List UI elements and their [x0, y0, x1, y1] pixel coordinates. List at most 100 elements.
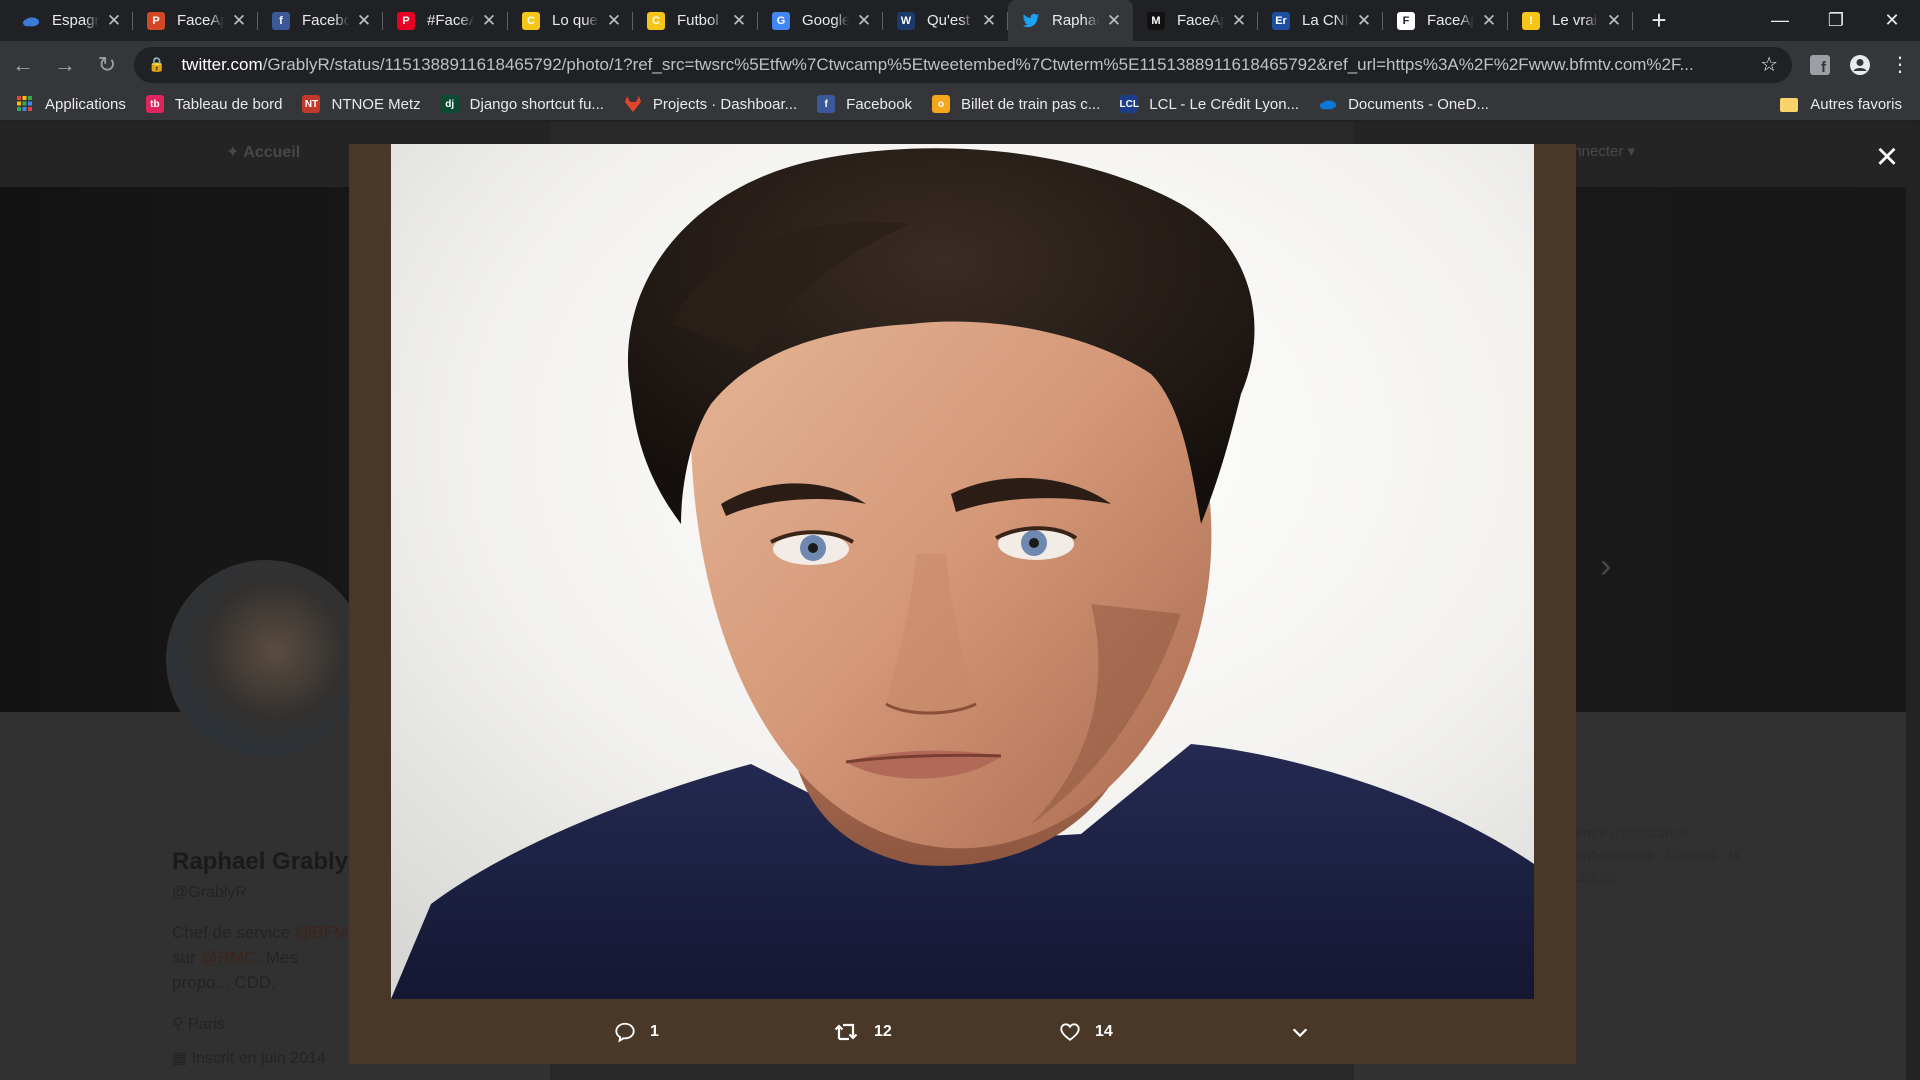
bookmark-favicon-icon: f [817, 95, 836, 113]
tab-title: Facebook [302, 12, 349, 29]
close-media-icon[interactable]: × [1870, 138, 1904, 176]
forward-icon[interactable]: → [46, 46, 84, 84]
bookmark-item[interactable]: Applications [16, 95, 126, 113]
bookmarks-bar: Applications tb Tableau de bord NT NTNOE Met… [0, 88, 1920, 121]
tab-close-icon[interactable]: ✕ [355, 11, 373, 31]
like-button[interactable]: 14 [1059, 1000, 1113, 1064]
address-bar[interactable]: 🔒 twitter.com/GrablyR/status/11513889116… [134, 46, 1792, 83]
browser-tab[interactable]: P #FaceApp ✕ [383, 0, 508, 41]
tab-favicon-icon: Er [1272, 11, 1290, 30]
browser-tab[interactable]: M FaceApp ✕ [1133, 0, 1258, 41]
facebook-extension-icon[interactable]: f [1800, 46, 1840, 84]
window-controls: — ❐ ✕ [1752, 0, 1920, 41]
tab-favicon-icon: ! [1522, 11, 1540, 30]
bookmark-favicon-icon: NT [302, 95, 321, 113]
media-action-bar: 1 12 14 [349, 1000, 1576, 1064]
close-window-icon[interactable]: ✕ [1864, 0, 1920, 41]
browser-tab[interactable]: C Futbol ✕ [633, 0, 758, 41]
tab-title: FaceApp [177, 12, 224, 29]
tab-title: La CNIL [1302, 12, 1349, 29]
url-text[interactable]: twitter.com/GrablyR/status/1151388911618… [181, 55, 1748, 75]
bookmark-item[interactable]: o Billet de train pas c... [932, 95, 1100, 113]
bookmark-item[interactable]: LCL LCL - Le Crédit Lyon... [1120, 95, 1299, 113]
bookmark-star-icon[interactable]: ☆ [1760, 52, 1778, 77]
tab-title: Le vrai [1552, 12, 1598, 29]
bookmark-label: NTNOE Metz [331, 95, 421, 113]
browser-tab[interactable]: F FaceApp ✕ [1383, 0, 1508, 41]
bookmark-label: Projects · Dashboar... [652, 95, 798, 113]
bookmark-label: Facebook [846, 95, 913, 113]
reply-button[interactable]: 1 [614, 1000, 659, 1064]
minimize-icon[interactable]: — [1752, 0, 1808, 41]
reply-icon [615, 1022, 635, 1043]
bookmark-item[interactable]: Projects · Dashboar... [624, 95, 797, 113]
tab-title: FaceApp [1177, 12, 1224, 29]
bookmark-item[interactable]: f Facebook [817, 95, 912, 113]
new-tab-plus-icon[interactable]: + [1639, 0, 1679, 41]
browser-tab[interactable]: W Qu'est ✕ [883, 0, 1008, 41]
browser-tab[interactable]: Raphael ✕ [1008, 0, 1133, 41]
tab-title: Qu'est [927, 12, 970, 29]
browser-tab[interactable]: G Google ✕ [758, 0, 883, 41]
reload-icon[interactable]: ↻ [88, 46, 126, 84]
bookmark-item[interactable]: NT NTNOE Metz [302, 95, 421, 113]
menu-kebab-icon[interactable]: ⋮ [1880, 46, 1920, 84]
tab-close-icon[interactable]: ✕ [1605, 11, 1623, 31]
bookmark-item[interactable]: Documents - OneD... [1319, 95, 1489, 113]
tab-favicon-icon: f [272, 11, 290, 30]
tab-close-icon[interactable]: ✕ [480, 11, 498, 31]
heart-icon [1060, 1023, 1080, 1041]
tab-close-icon[interactable]: ✕ [855, 11, 873, 31]
profile-icon[interactable] [1840, 46, 1880, 84]
like-count: 14 [1095, 1023, 1113, 1040]
browser-tab[interactable]: ! Le vrai ✕ [1508, 0, 1633, 41]
tab-close-icon[interactable]: ✕ [605, 11, 623, 31]
more-options-button[interactable] [1289, 1000, 1325, 1064]
retweet-count: 12 [874, 1023, 892, 1040]
tab-title: Espagne [52, 12, 99, 29]
other-bookmarks[interactable]: Autres favoris [1780, 88, 1902, 121]
restore-icon[interactable]: ❐ [1808, 0, 1864, 41]
tab-favicon-icon: M [1147, 11, 1165, 30]
bookmark-favicon-icon: o [932, 95, 951, 113]
tab-close-icon[interactable]: ✕ [1355, 11, 1373, 31]
lock-icon[interactable]: 🔒 [148, 56, 165, 73]
back-icon[interactable]: ← [4, 46, 42, 84]
tab-favicon-icon: F [1397, 11, 1415, 30]
reply-count: 1 [650, 1023, 659, 1040]
browser-tab[interactable]: f Facebook ✕ [258, 0, 383, 41]
tab-title: Google [802, 12, 849, 29]
folder-icon [1780, 97, 1799, 112]
tweet-photo[interactable] [391, 144, 1534, 999]
tab-close-icon[interactable]: ✕ [1105, 11, 1123, 31]
bookmark-item[interactable]: dj Django shortcut fu... [440, 95, 604, 113]
bookmark-label: Django shortcut fu... [469, 95, 604, 113]
tab-favicon-icon: C [522, 11, 540, 30]
tab-close-icon[interactable]: ✕ [230, 11, 248, 31]
bookmark-item[interactable]: tb Tableau de bord [145, 95, 282, 113]
tab-favicon-icon: G [772, 11, 790, 30]
browser-tab[interactable]: Espagne ✕ [8, 0, 133, 41]
retweet-button[interactable]: 12 [834, 1000, 892, 1064]
tab-title: Raphael [1052, 12, 1099, 29]
tab-close-icon[interactable]: ✕ [980, 11, 998, 31]
bookmark-label: LCL - Le Crédit Lyon... [1149, 95, 1300, 113]
browser-tab[interactable]: P FaceApp ✕ [133, 0, 258, 41]
bookmark-favicon-icon: tb [145, 95, 164, 113]
tab-close-icon[interactable]: ✕ [730, 11, 748, 31]
browser-tab[interactable]: Er La CNIL ✕ [1258, 0, 1383, 41]
tab-close-icon[interactable]: ✕ [1230, 11, 1248, 31]
tab-favicon-icon [22, 12, 40, 30]
tab-close-icon[interactable]: ✕ [105, 11, 123, 31]
tab-favicon-icon: P [397, 11, 415, 30]
bookmark-label: Documents - OneD... [1348, 95, 1489, 113]
tab-favicon-icon: P [147, 11, 165, 30]
tab-title: Futbol [677, 12, 719, 29]
tab-close-icon[interactable]: ✕ [1480, 11, 1498, 31]
tab-favicon-icon [1022, 12, 1040, 30]
bookmark-favicon-icon: dj [440, 95, 459, 113]
bookmark-label: Billet de train pas c... [961, 95, 1101, 113]
tab-favicon-icon: W [897, 11, 915, 30]
browser-tab[interactable]: C Lo que ✕ [508, 0, 633, 41]
bookmark-favicon-icon [1319, 95, 1337, 113]
